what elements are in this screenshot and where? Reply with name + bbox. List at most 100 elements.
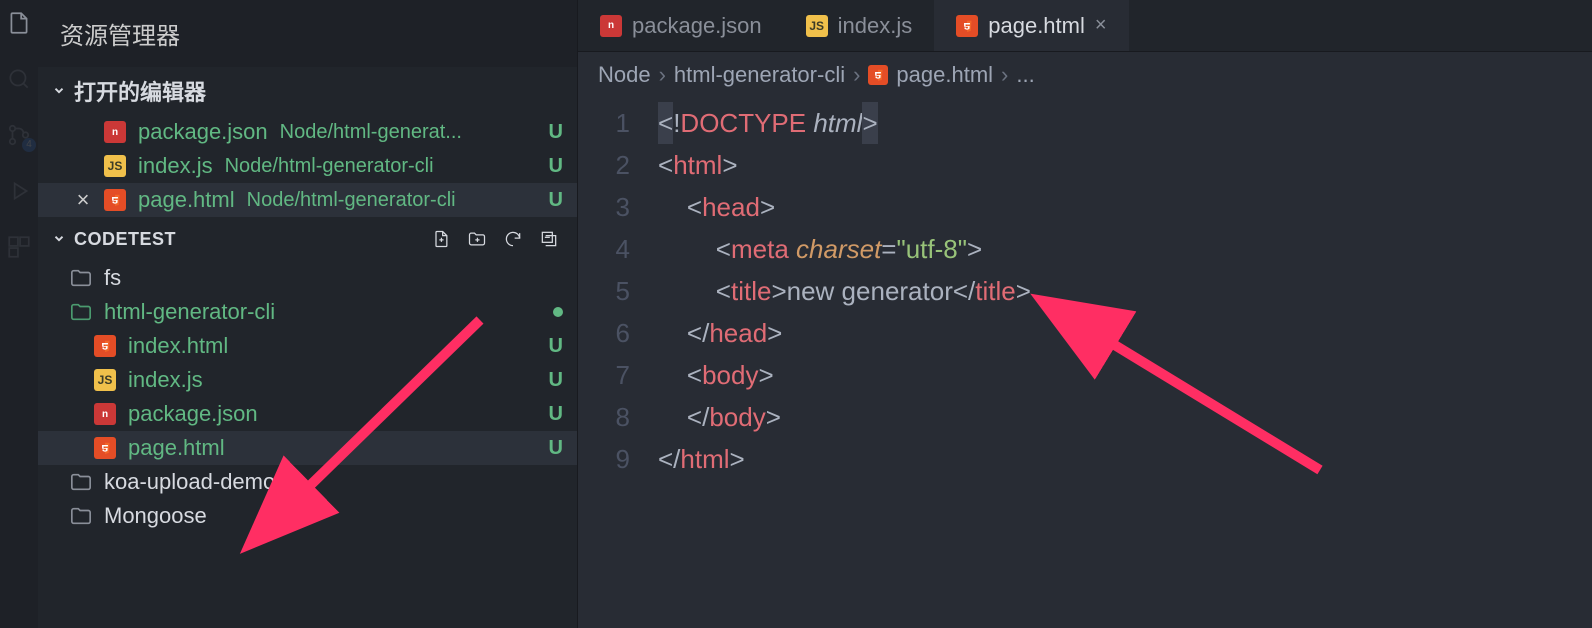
npm-icon: n bbox=[600, 15, 622, 37]
file-name: page.html bbox=[138, 187, 235, 213]
git-status: U bbox=[549, 155, 563, 178]
js-icon: JS bbox=[806, 15, 828, 37]
refresh-icon[interactable] bbox=[499, 225, 527, 253]
html5-icon bbox=[868, 65, 888, 85]
tag: title bbox=[975, 276, 1015, 306]
tag: meta bbox=[731, 234, 789, 264]
text-content: new generator bbox=[787, 276, 953, 306]
tag: head bbox=[702, 192, 760, 222]
folder-item[interactable]: koa-upload-demo bbox=[38, 465, 577, 499]
open-editor-item[interactable]: × page.html Node/html-generator-cli U bbox=[38, 183, 577, 217]
item-label: Mongoose bbox=[104, 503, 207, 529]
editor-tab[interactable]: page.html × bbox=[934, 0, 1128, 51]
item-label: page.html bbox=[128, 435, 225, 461]
doctype-token: DOCTYPE bbox=[680, 108, 806, 138]
editor-tabs: n package.json JS index.js page.html × bbox=[578, 0, 1592, 52]
html5-icon bbox=[94, 335, 116, 357]
extensions-icon[interactable] bbox=[4, 232, 34, 262]
debug-icon[interactable] bbox=[4, 176, 34, 206]
tab-label: package.json bbox=[632, 13, 762, 39]
workspace-label: CODETEST bbox=[74, 229, 176, 250]
git-status: U bbox=[549, 369, 563, 392]
breadcrumb-part[interactable]: ... bbox=[1016, 62, 1034, 88]
file-path: Node/html-generator-cli bbox=[225, 155, 434, 178]
editor-tab[interactable]: JS index.js bbox=[784, 0, 935, 51]
doctype-kw: html bbox=[806, 108, 862, 138]
open-editors-label: 打开的编辑器 bbox=[74, 75, 206, 107]
close-icon[interactable]: × bbox=[1095, 14, 1107, 37]
tab-label: index.js bbox=[838, 13, 913, 39]
line-number: 8 bbox=[578, 396, 658, 438]
new-file-icon[interactable] bbox=[427, 225, 455, 253]
line-number: 6 bbox=[578, 312, 658, 354]
open-editors-header[interactable]: 打开的编辑器 bbox=[38, 67, 577, 115]
open-editor-item[interactable]: n package.json Node/html-generat... U bbox=[38, 115, 577, 149]
attr: charset bbox=[796, 234, 881, 264]
breadcrumb-part[interactable]: Node bbox=[598, 62, 651, 88]
file-path: Node/html-generator-cli bbox=[247, 189, 456, 212]
search-icon[interactable] bbox=[4, 64, 34, 94]
modified-dot bbox=[553, 307, 563, 317]
item-label: koa-upload-demo bbox=[104, 469, 275, 495]
folder-item[interactable]: fs bbox=[38, 261, 577, 295]
tag: body bbox=[709, 402, 765, 432]
tag: html bbox=[673, 150, 722, 180]
git-status: U bbox=[549, 189, 563, 212]
editor-tab[interactable]: n package.json bbox=[578, 0, 784, 51]
file-item[interactable]: page.htmlU bbox=[38, 431, 577, 465]
tag: head bbox=[709, 318, 767, 348]
close-icon[interactable]: × bbox=[74, 187, 92, 213]
npm-icon: n bbox=[94, 403, 116, 425]
git-status: U bbox=[549, 121, 563, 144]
npm-icon: n bbox=[104, 121, 126, 143]
breadcrumb-part[interactable]: page.html bbox=[896, 62, 993, 88]
file-item[interactable]: index.htmlU bbox=[38, 329, 577, 363]
html5-icon bbox=[104, 189, 126, 211]
file-name: package.json bbox=[138, 119, 268, 145]
string: "utf-8" bbox=[896, 234, 966, 264]
collapse-all-icon[interactable] bbox=[535, 225, 563, 253]
tag: title bbox=[731, 276, 771, 306]
folder-item[interactable]: Mongoose bbox=[38, 499, 577, 533]
scm-icon[interactable]: 4 bbox=[4, 120, 34, 150]
chevron-right-icon: › bbox=[853, 62, 860, 88]
folder-icon bbox=[70, 268, 92, 288]
item-label: fs bbox=[104, 265, 121, 291]
line-number: 9 bbox=[578, 438, 658, 480]
breadcrumb-part[interactable]: html-generator-cli bbox=[674, 62, 845, 88]
scm-badge: 4 bbox=[22, 138, 36, 152]
file-item[interactable]: npackage.jsonU bbox=[38, 397, 577, 431]
chevron-right-icon: › bbox=[659, 62, 666, 88]
chevron-down-icon bbox=[52, 232, 66, 246]
line-number: 2 bbox=[578, 144, 658, 186]
folder-item[interactable]: html-generator-cli bbox=[38, 295, 577, 329]
tab-label: page.html bbox=[988, 13, 1085, 39]
tag: html bbox=[680, 444, 729, 474]
folder-icon bbox=[70, 506, 92, 526]
item-label: index.js bbox=[128, 367, 203, 393]
folder-icon bbox=[70, 472, 92, 492]
workspace-section: CODETEST fshtml-generator-cliindex.htmlU… bbox=[38, 217, 577, 533]
chevron-down-icon bbox=[52, 84, 66, 98]
code-editor[interactable]: 1<!DOCTYPE html> 2<html> 3 <head> 4 <met… bbox=[578, 98, 1592, 484]
file-item[interactable]: JS index.js U bbox=[38, 363, 577, 397]
html5-icon bbox=[94, 437, 116, 459]
explorer-title: 资源管理器 bbox=[38, 0, 577, 67]
html5-icon bbox=[956, 15, 978, 37]
line-number: 7 bbox=[578, 354, 658, 396]
file-path: Node/html-generat... bbox=[280, 121, 462, 144]
item-label: html-generator-cli bbox=[104, 299, 275, 325]
item-label: index.html bbox=[128, 333, 228, 359]
open-editors-section: 打开的编辑器 n package.json Node/html-generat...… bbox=[38, 67, 577, 217]
activity-bar: 4 bbox=[0, 0, 38, 628]
editor-area: n package.json JS index.js page.html × Node ›… bbox=[578, 0, 1592, 628]
js-icon: JS bbox=[94, 369, 116, 391]
line-number: 4 bbox=[578, 228, 658, 270]
breadcrumb[interactable]: Node › html-generator-cli › page.html › … bbox=[578, 52, 1592, 98]
line-number: 5 bbox=[578, 270, 658, 312]
new-folder-icon[interactable] bbox=[463, 225, 491, 253]
open-editor-item[interactable]: JSindex.jsNode/html-generator-cliU bbox=[38, 149, 577, 183]
js-icon: JS bbox=[104, 155, 126, 177]
files-icon[interactable] bbox=[4, 8, 34, 38]
workspace-header[interactable]: CODETEST bbox=[38, 217, 577, 261]
